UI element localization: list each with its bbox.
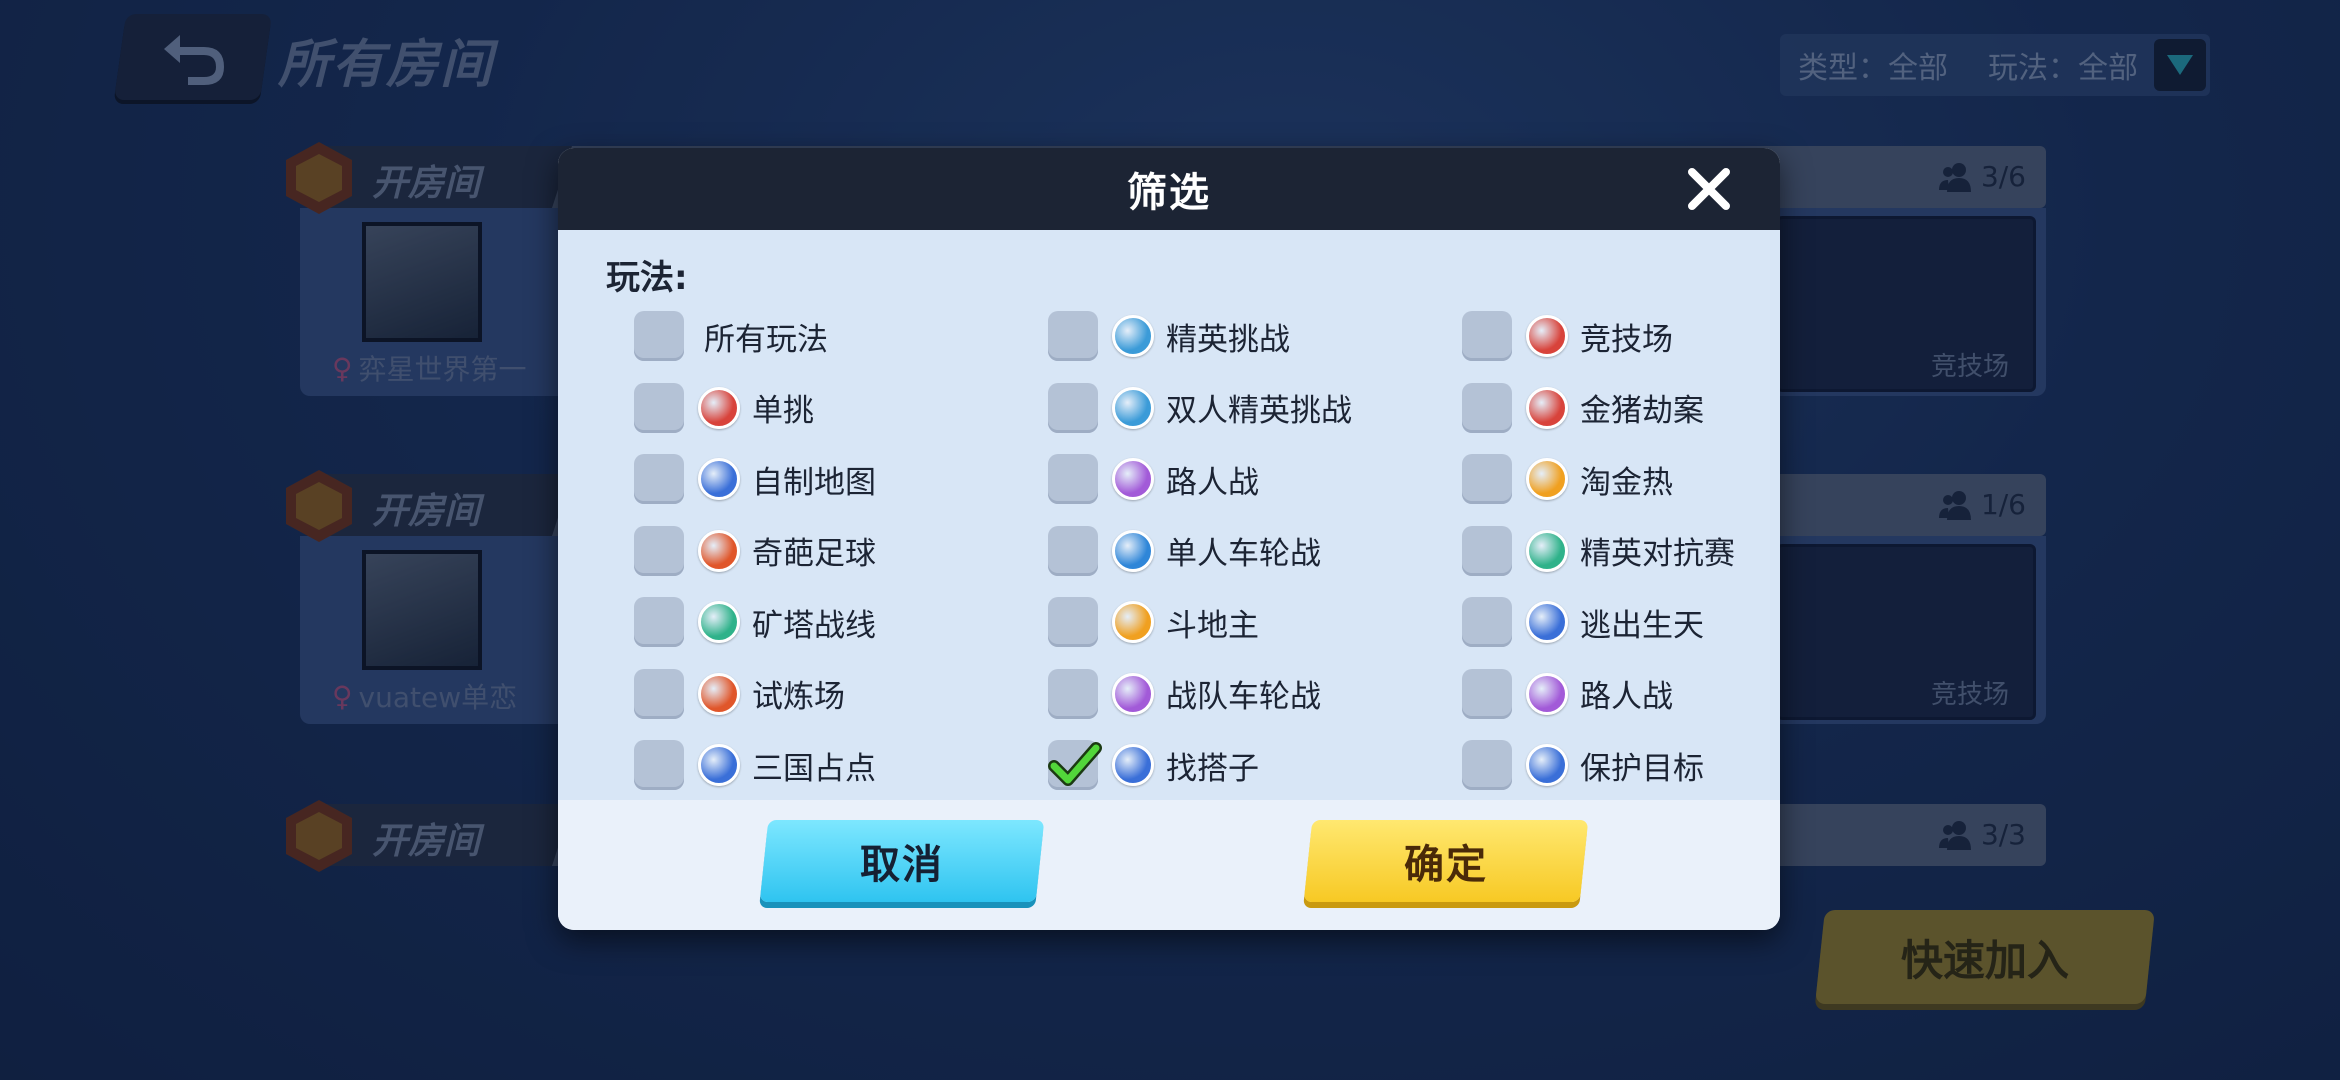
elite-challenge-icon [1112, 315, 1154, 357]
checkbox[interactable] [1462, 668, 1512, 719]
checkbox[interactable] [1462, 382, 1512, 433]
mode-option-label: 逃出生天 [1580, 607, 1704, 644]
mode-section-label: 玩法: [606, 258, 688, 298]
mode-option[interactable]: 金猪劫案 [1462, 380, 1774, 436]
mode-option[interactable]: 矿塔战线 [634, 594, 1048, 650]
mode-option[interactable]: 试炼场 [634, 666, 1048, 722]
mode-option[interactable]: 单人车轮战 [1048, 523, 1462, 579]
mode-option[interactable]: 斗地主 [1048, 594, 1462, 650]
random-battle-icon [1112, 458, 1154, 500]
dialog-header: 筛选 [558, 148, 1780, 230]
close-icon [1688, 168, 1730, 210]
checkbox[interactable] [1048, 311, 1098, 361]
mode-option-label: 试炼场 [752, 679, 845, 715]
checkbox[interactable] [634, 311, 684, 361]
mode-option-label: 保护目标 [1580, 750, 1704, 787]
mode-option-label: 找搭子 [1166, 750, 1259, 787]
checkbox[interactable] [1462, 740, 1512, 790]
mode-option-label: 精英挑战 [1166, 321, 1290, 358]
checkbox[interactable] [1462, 597, 1512, 647]
mode-option-label: 路人战 [1166, 464, 1259, 501]
confirm-button[interactable]: 确定 [1303, 820, 1589, 902]
mode-option-label: 路人战 [1580, 679, 1673, 715]
mode-option[interactable]: 找搭子 [1048, 737, 1462, 793]
checkbox[interactable] [634, 454, 684, 504]
mode-option[interactable]: 三国占点 [634, 737, 1048, 793]
solo-gauntlet-icon [1112, 529, 1154, 572]
mode-option[interactable]: 所有玩法 [634, 308, 1048, 364]
dialog-content: 玩法: 所有玩法 精英挑战 竞技场 单挑 双人精英挑战 金猪劫案 自制地图 路人战 淘金热 奇葩足… [558, 230, 1780, 800]
close-button[interactable] [1682, 162, 1736, 216]
confirm-label: 确定 [1404, 842, 1488, 888]
mode-option-label: 淘金热 [1580, 464, 1673, 501]
mode-option[interactable]: 单挑 [634, 380, 1048, 436]
mode-option-label: 双人精英挑战 [1166, 393, 1352, 429]
checkbox[interactable] [1462, 454, 1512, 504]
mode-option-label: 战队车轮战 [1166, 679, 1321, 715]
mode-option-label: 斗地主 [1166, 607, 1259, 644]
golden-pig-icon [1526, 386, 1568, 429]
mode-option[interactable]: 精英挑战 [1048, 308, 1462, 364]
checkbox[interactable] [1048, 382, 1098, 433]
cancel-button[interactable]: 取消 [759, 820, 1045, 902]
mode-option-label: 单人车轮战 [1166, 536, 1321, 572]
arena-icon [1526, 315, 1568, 357]
mode-option[interactable]: 路人战 [1048, 451, 1462, 507]
checkbox[interactable] [634, 525, 684, 576]
mode-option[interactable]: 竞技场 [1462, 308, 1774, 364]
checkbox[interactable] [634, 382, 684, 433]
mode-option[interactable]: 奇葩足球 [634, 523, 1048, 579]
dialog-footer: 取消 确定 [558, 800, 1780, 930]
mode-option[interactable]: 精英对抗赛 [1462, 523, 1774, 579]
mode-option[interactable]: 双人精英挑战 [1048, 380, 1462, 436]
checkbox[interactable] [1048, 597, 1098, 647]
checkbox[interactable] [1462, 525, 1512, 576]
find-partner-icon [1112, 744, 1154, 786]
mode-option-label: 三国占点 [752, 750, 876, 787]
cancel-label: 取消 [860, 842, 944, 888]
mode-option[interactable]: 路人战 [1462, 666, 1774, 722]
team-gauntlet-icon [1112, 672, 1154, 715]
checkbox[interactable] [634, 740, 684, 790]
checkbox[interactable] [634, 668, 684, 719]
mode-option-label: 竞技场 [1580, 321, 1673, 358]
checkbox[interactable] [1048, 454, 1098, 504]
mode-option-label: 自制地图 [752, 464, 876, 501]
mode-option-label: 精英对抗赛 [1580, 536, 1735, 572]
custom-map-icon [698, 458, 740, 500]
gold-rush-icon [1526, 458, 1568, 500]
checkbox[interactable] [1048, 668, 1098, 719]
filter-dialog: 筛选 玩法: 所有玩法 精英挑战 竞技场 单挑 双人精英挑战 金猪劫案 自制地图 路人战 淘金热… [558, 148, 1780, 930]
mode-option-label: 金猪劫案 [1580, 393, 1704, 429]
mode-option-label: 奇葩足球 [752, 536, 876, 572]
mode-option[interactable]: 逃出生天 [1462, 594, 1774, 650]
mode-option-label: 单挑 [752, 393, 814, 429]
mode-option[interactable]: 自制地图 [634, 451, 1048, 507]
mode-option[interactable]: 保护目标 [1462, 737, 1774, 793]
elite-versus-icon [1526, 529, 1568, 572]
checkbox[interactable] [1462, 311, 1512, 361]
mode-options-grid: 所有玩法 精英挑战 竞技场 单挑 双人精英挑战 金猪劫案 自制地图 路人战 淘金热 奇葩足球 单人车… [634, 308, 1774, 809]
mode-option-label: 所有玩法 [704, 321, 828, 358]
duo-elite-challenge-icon [1112, 386, 1154, 429]
mode-option[interactable]: 战队车轮战 [1048, 666, 1462, 722]
escape-icon [1526, 601, 1568, 643]
landlord-icon [1112, 601, 1154, 643]
mode-option[interactable]: 淘金热 [1462, 451, 1774, 507]
checkbox[interactable] [1048, 525, 1098, 576]
checkbox[interactable] [634, 597, 684, 647]
mine-tower-icon [698, 601, 740, 643]
random-battle-icon [1526, 672, 1568, 715]
trial-ground-icon [698, 672, 740, 715]
checkbox-checked[interactable] [1048, 740, 1102, 790]
mode-option-label: 矿塔战线 [752, 607, 876, 644]
checkmark-icon [1048, 742, 1102, 786]
three-kingdoms-icon [698, 744, 740, 786]
protect-target-icon [1526, 744, 1568, 786]
dialog-title: 筛选 [1127, 170, 1211, 216]
soccer-icon [698, 529, 740, 572]
duel-icon [698, 386, 740, 429]
